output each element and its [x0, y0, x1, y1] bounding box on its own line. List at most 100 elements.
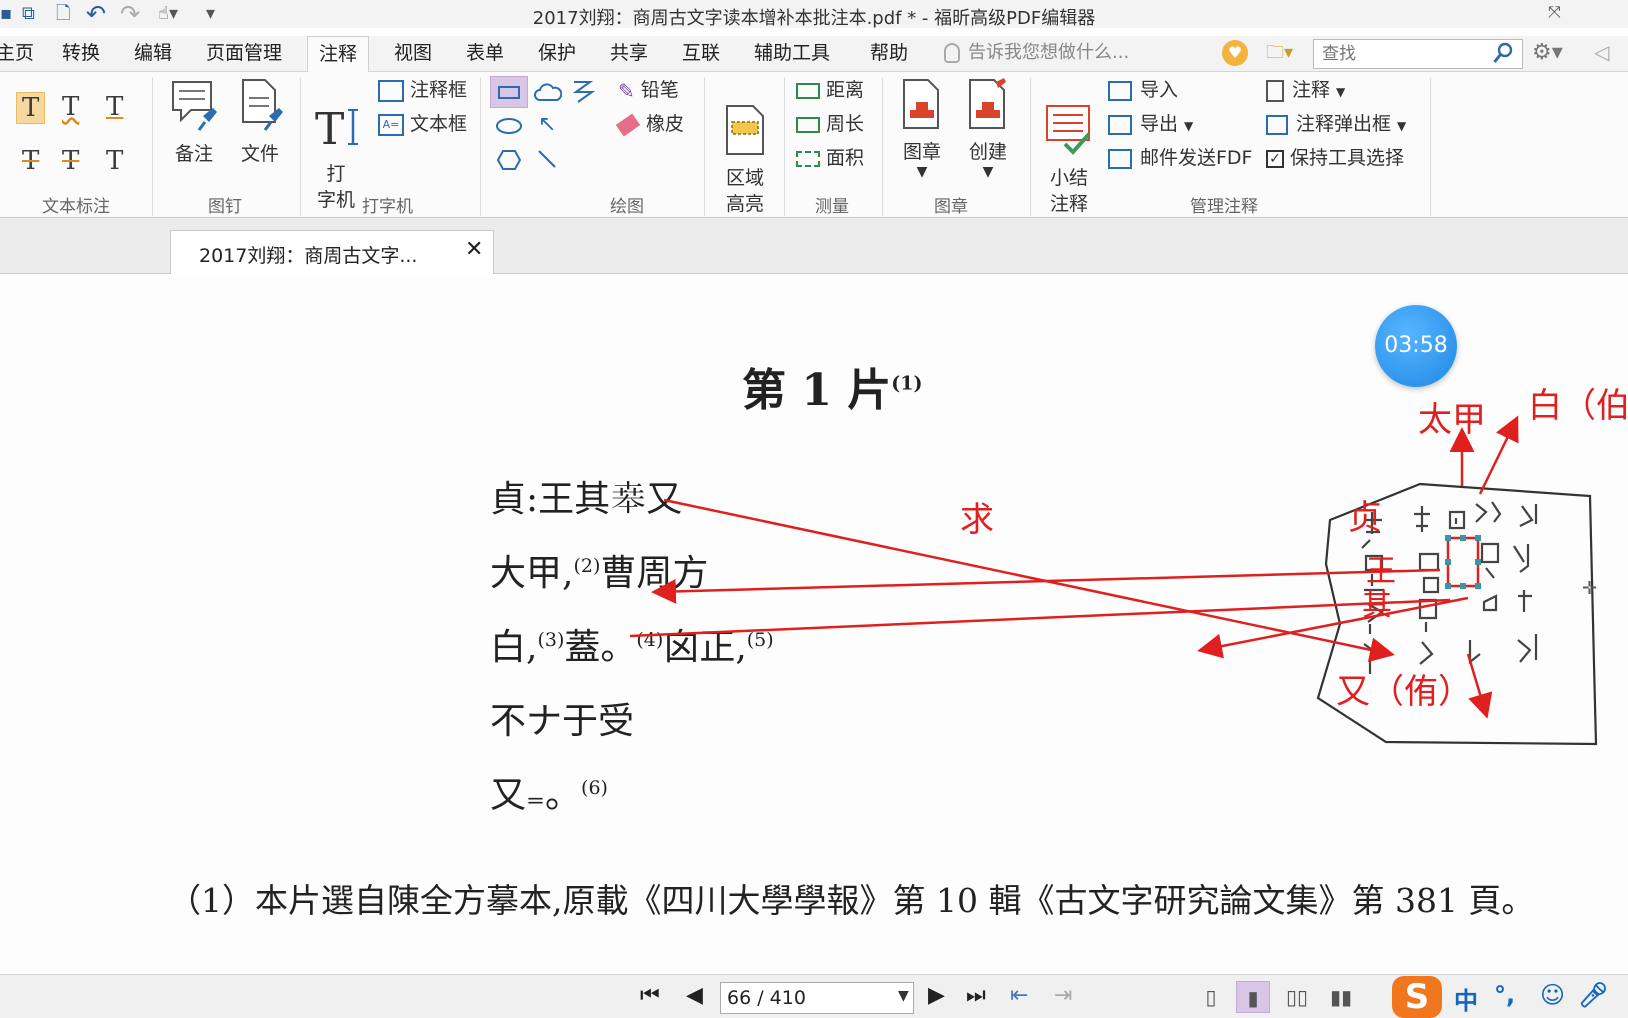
- tab-connect[interactable]: 互联: [682, 40, 720, 66]
- crosshair-cursor-icon: ✛: [1582, 578, 1598, 599]
- folder-search-icon[interactable]: 🗀▾: [1266, 40, 1293, 70]
- arrow-icon[interactable]: ↖: [538, 112, 556, 137]
- group-separator: [882, 78, 883, 216]
- microphone-icon[interactable]: 🎤︎: [1578, 981, 1608, 1009]
- squiggly-underline-icon[interactable]: T: [62, 92, 79, 122]
- group-separator: [1430, 78, 1431, 216]
- note-button[interactable]: 备注: [166, 76, 222, 167]
- import-button[interactable]: 导入: [1108, 76, 1178, 104]
- note-label: 备注: [174, 143, 213, 165]
- tab-view[interactable]: 视图: [394, 40, 432, 66]
- rectangle-icon: [498, 86, 520, 99]
- ime-toolbar[interactable]: S 中 °, ☺ 🎤︎: [1392, 975, 1628, 1018]
- distance-button[interactable]: 距离: [796, 76, 864, 104]
- document-viewport[interactable]: 第 1 片(1) 貞:王其𠦪又 大甲,(2)曹周方 白,(3)蓋。(4)囟正,(…: [0, 274, 1628, 974]
- typewriter-label: 打 字机: [316, 163, 355, 211]
- tab-comment[interactable]: 注释: [307, 36, 370, 73]
- eraser-label: 橡皮: [646, 113, 685, 135]
- page-dropdown-icon[interactable]: ▼: [898, 988, 909, 1004]
- polygon-icon[interactable]: [496, 148, 522, 172]
- previous-view-icon[interactable]: ⇤: [1010, 983, 1028, 1008]
- stamp-dropdown-icon[interactable]: ▼: [894, 165, 950, 179]
- comments-dropdown-icon[interactable]: ▼: [1336, 85, 1345, 99]
- insert-text-icon[interactable]: T: [106, 146, 123, 176]
- pencil-button[interactable]: ✎ 铅笔: [618, 76, 679, 105]
- settings-gear-icon[interactable]: ⚙▾: [1532, 40, 1563, 65]
- export-button[interactable]: 导出 ▼: [1108, 110, 1193, 140]
- area-button[interactable]: 面积: [796, 144, 864, 172]
- previous-page-icon[interactable]: ◀: [686, 983, 703, 1008]
- search-input[interactable]: [1313, 39, 1523, 69]
- tab-form[interactable]: 表单: [466, 40, 504, 66]
- group-label-typewriter: 打字机: [362, 197, 413, 217]
- next-page-icon[interactable]: ▶: [928, 983, 945, 1008]
- export-dropdown-icon[interactable]: ▼: [1184, 119, 1193, 133]
- annotation-qi[interactable]: 其: [1362, 580, 1392, 624]
- summarize-comments-icon: [1046, 105, 1091, 155]
- continuous-view-icon[interactable]: ▮: [1236, 981, 1270, 1013]
- highlight-text-icon[interactable]: T: [16, 92, 46, 124]
- polyline-icon[interactable]: [570, 78, 596, 104]
- oval-icon[interactable]: [494, 116, 524, 136]
- ime-language[interactable]: 中: [1454, 981, 1478, 1016]
- single-page-view-icon[interactable]: ▯: [1194, 981, 1228, 1013]
- sogou-logo-icon[interactable]: S: [1392, 976, 1442, 1018]
- heart-icon[interactable]: ♥: [1222, 40, 1248, 66]
- email-fdf-button[interactable]: 邮件发送FDF: [1108, 144, 1253, 172]
- eraser-button[interactable]: 橡皮: [615, 110, 685, 138]
- facing-view-icon[interactable]: ▯▯: [1280, 981, 1314, 1013]
- emoji-icon[interactable]: ☺: [1540, 981, 1565, 1009]
- textbox-button[interactable]: A= 文本框: [378, 110, 467, 138]
- last-page-icon[interactable]: ⏭: [966, 983, 986, 1008]
- annotation-taijia[interactable]: 太甲: [1418, 392, 1486, 441]
- recording-timer[interactable]: 03:58: [1375, 305, 1457, 387]
- cloud-icon[interactable]: [534, 82, 562, 104]
- popup-dropdown-icon[interactable]: ▼: [1397, 119, 1406, 133]
- line-icon[interactable]: [536, 148, 558, 170]
- typewriter-button[interactable]: T 打 字机: [310, 78, 362, 239]
- popup-dropdown[interactable]: 注释弹出框 ▼: [1266, 110, 1406, 140]
- close-icon[interactable]: ✕: [465, 237, 483, 262]
- note-icon: [172, 81, 217, 131]
- fullscreen-icon[interactable]: ⤧: [1548, 2, 1561, 22]
- comments-dropdown[interactable]: 注释 ▼: [1266, 76, 1345, 106]
- continuous-facing-view-icon[interactable]: ▮▮: [1324, 981, 1358, 1013]
- tell-me-field[interactable]: 告诉我您想做什么...: [944, 40, 1129, 66]
- annotation-zhen[interactable]: 贞: [1348, 490, 1382, 539]
- strikeout-text-icon[interactable]: T: [22, 146, 39, 176]
- annotation-you[interactable]: 又（侑）: [1336, 664, 1472, 713]
- create-stamp-button[interactable]: 创建 ▼: [960, 76, 1016, 179]
- tab-edit[interactable]: 编辑: [134, 40, 172, 66]
- create-stamp-dropdown-icon[interactable]: ▼: [960, 165, 1016, 179]
- rectangle-tool[interactable]: [490, 76, 528, 108]
- annotation-qiu[interactable]: 求: [960, 492, 994, 541]
- next-view-icon[interactable]: ⇥: [1054, 983, 1072, 1008]
- document-tab[interactable]: 2017刘翔：商周古文字... ✕: [170, 230, 494, 274]
- collapse-ribbon-icon[interactable]: ◁: [1594, 40, 1609, 64]
- tab-accessibility[interactable]: 辅助工具: [754, 40, 830, 66]
- popup-icon: [1266, 114, 1288, 135]
- search-icon[interactable]: [1493, 42, 1513, 64]
- perimeter-button[interactable]: 周长: [796, 110, 864, 138]
- checkbox-icon[interactable]: ✓: [1266, 149, 1284, 168]
- tab-convert[interactable]: 转换: [62, 40, 100, 66]
- ime-punctuation[interactable]: °,: [1494, 981, 1515, 1009]
- tab-page-management[interactable]: 页面管理: [206, 40, 282, 66]
- underline-text-icon[interactable]: T: [106, 92, 123, 122]
- tab-share[interactable]: 共享: [610, 40, 648, 66]
- file-attachment-button[interactable]: 文件: [232, 76, 288, 167]
- callout-button[interactable]: 注释框: [378, 76, 467, 104]
- tab-help[interactable]: 帮助: [870, 40, 908, 66]
- stamp-icon: [903, 79, 939, 129]
- email-fdf-label: 邮件发送FDF: [1140, 147, 1253, 169]
- annotation-arrows[interactable]: [0, 274, 1628, 974]
- replace-text-icon[interactable]: T: [62, 146, 79, 176]
- tab-protect[interactable]: 保护: [538, 40, 576, 66]
- stamp-button[interactable]: 图章 ▼: [894, 76, 950, 179]
- keep-tool-checkbox[interactable]: ✓ 保持工具选择: [1266, 144, 1404, 172]
- first-page-icon[interactable]: ⏮: [640, 983, 660, 1008]
- tab-home[interactable]: 主页: [0, 40, 34, 66]
- page-number-input[interactable]: [720, 982, 914, 1014]
- annotation-bai[interactable]: 白（伯: [1528, 378, 1628, 427]
- file-label: 文件: [240, 143, 279, 165]
